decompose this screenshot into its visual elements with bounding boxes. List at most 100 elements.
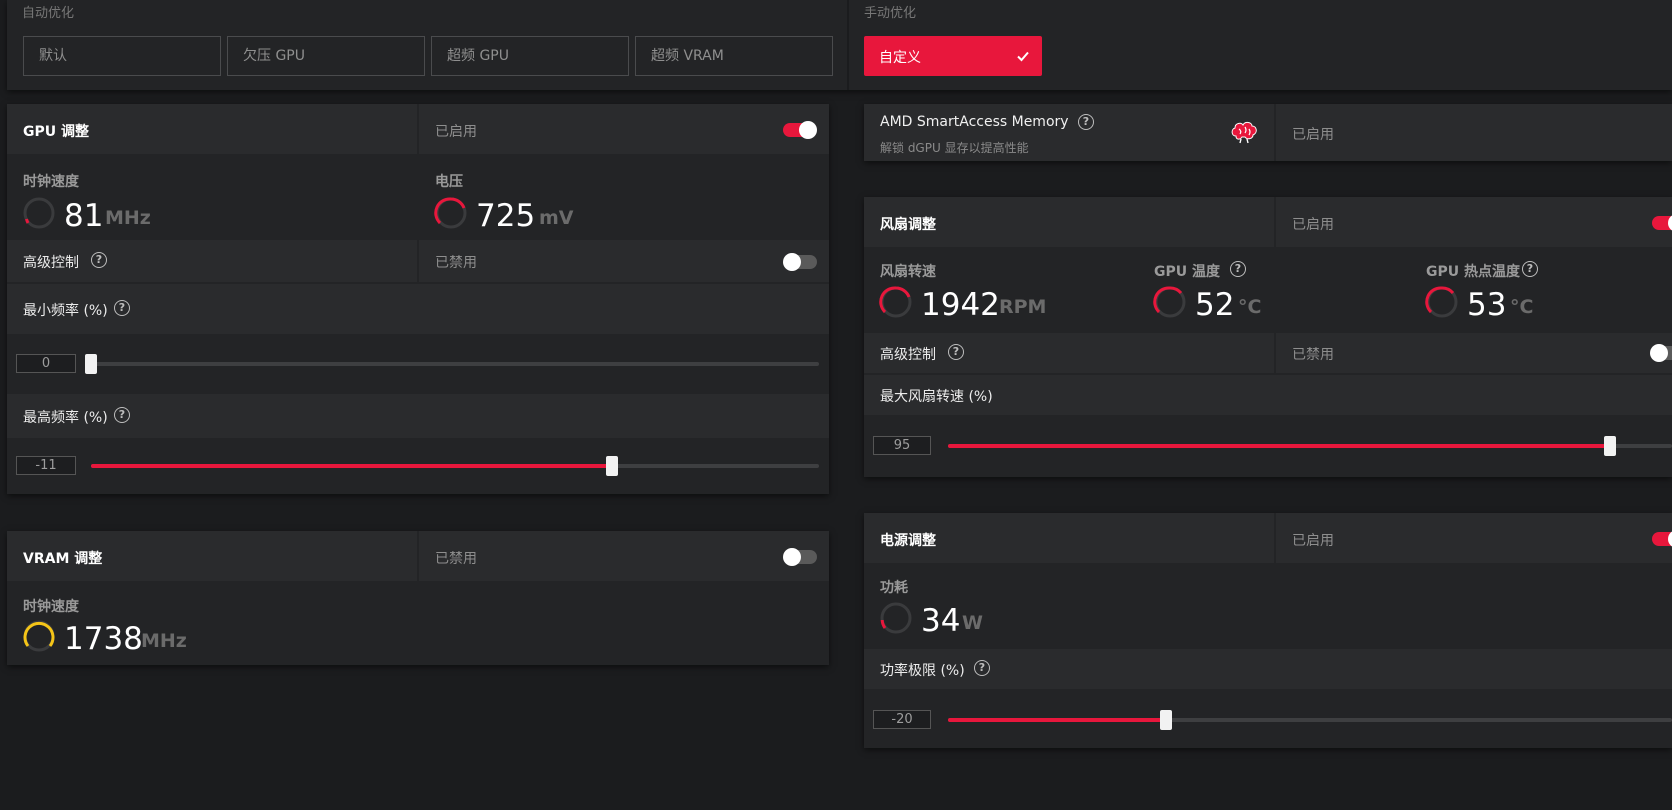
preset-undervolt-button[interactable]: 欠压 GPU (227, 36, 425, 76)
power-tuning-status-cell: 已启用 (1276, 513, 1672, 563)
sam-status-cell: 已启用 (1276, 104, 1672, 161)
max-freq-value[interactable]: -11 (16, 456, 76, 475)
power-tuning-title: 电源调整 (880, 533, 936, 549)
power-limit-slider-row: -20 (864, 691, 1672, 748)
vram-tuning-title: VRAM 调整 (23, 551, 103, 567)
max-freq-slider-row: -11 (7, 440, 829, 494)
gauge-ring-icon (1153, 286, 1186, 318)
question-circle-icon[interactable]: ? (91, 252, 107, 268)
power-draw-label: 功耗 (880, 580, 908, 596)
power-draw-unit: W (962, 612, 983, 634)
min-freq-slider-row: 0 (7, 336, 829, 392)
gpu-clock-unit: MHz (105, 207, 151, 229)
gpu-voltage-label: 电压 (435, 174, 463, 190)
gpu-advanced-label: 高级控制 (23, 255, 79, 271)
power-draw-cell: 功耗 34 W (864, 565, 1672, 647)
fan-speed-unit: RPM (999, 296, 1047, 318)
sam-status: 已启用 (1292, 127, 1334, 143)
max-fan-label: 最大风扇转速 (%) (880, 389, 993, 405)
min-freq-label: 最小频率 (%) (23, 303, 108, 319)
fan-speed-label: 风扇转速 (880, 264, 936, 280)
preset-divider (847, 0, 849, 90)
question-circle-icon[interactable]: ? (1078, 114, 1094, 130)
gpu-temp-label: GPU 温度 (1154, 264, 1220, 280)
vram-tuning-toggle[interactable] (783, 548, 817, 566)
max-fan-value[interactable]: 95 (873, 436, 931, 455)
sam-subtitle: 解锁 dGPU 显存以提高性能 (880, 141, 1029, 155)
power-limit-value[interactable]: -20 (873, 710, 931, 729)
fan-tuning-status: 已启用 (1292, 217, 1334, 233)
vram-clock-value: 1738 (64, 621, 143, 657)
preset-custom-label: 自定义 (879, 50, 921, 66)
power-limit-fill (948, 718, 1166, 722)
max-fan-row: 最大风扇转速 (%) (864, 375, 1672, 415)
max-fan-fill (948, 444, 1610, 448)
gpu-tuning-title: GPU 调整 (23, 124, 89, 140)
preset-overclock-gpu-button[interactable]: 超频 GPU (431, 36, 629, 76)
vram-clock-label: 时钟速度 (23, 599, 79, 615)
power-tuning-status: 已启用 (1292, 533, 1334, 549)
gpu-tuning-toggle[interactable] (783, 121, 817, 139)
hotspot-temp-cell: GPU 热点温度 ? 53 °C (1410, 249, 1672, 331)
gpu-advanced-toggle[interactable] (783, 253, 817, 271)
gpu-advanced-status-cell: 已禁用 (419, 240, 829, 282)
max-fan-thumb[interactable] (1604, 436, 1616, 456)
fan-advanced-status-cell: 已禁用 (1276, 333, 1672, 373)
power-limit-thumb[interactable] (1160, 710, 1172, 730)
vram-tuning-panel: VRAM 调整 已禁用 时钟速度 1738 MHz (7, 531, 829, 665)
max-freq-slider[interactable] (91, 456, 819, 476)
preset-strip: 自动优化 手动优化 默认 欠压 GPU 超频 GPU 超频 VRAM 自定义 (7, 0, 1672, 90)
sam-title-cell: AMD SmartAccess Memory ? 解锁 dGPU 显存以提高性能 (864, 104, 1274, 161)
max-freq-row: 最高频率 (%) ? (7, 394, 829, 438)
gauge-ring-icon (1425, 286, 1458, 318)
gpu-clock-label: 时钟速度 (23, 174, 79, 190)
question-circle-icon[interactable]: ? (974, 660, 990, 676)
gpu-advanced-status: 已禁用 (435, 255, 477, 271)
min-freq-value[interactable]: 0 (16, 354, 76, 373)
power-limit-label: 功率极限 (%) (880, 663, 965, 679)
power-limit-slider[interactable] (948, 710, 1672, 730)
min-freq-slider[interactable] (85, 354, 819, 374)
hotspot-temp-label: GPU 热点温度 (1426, 264, 1520, 280)
gauge-ring-icon (880, 602, 912, 634)
fan-speed-cell: 风扇转速 1942 RPM (864, 249, 1136, 331)
gauge-ring-icon (879, 286, 912, 318)
min-freq-row: 最小频率 (%) ? (7, 284, 829, 334)
gpu-clock-cell: 时钟速度 81 MHz (7, 156, 417, 238)
gpu-temp-cell: GPU 温度 ? 52 °C (1138, 249, 1408, 331)
question-circle-icon[interactable]: ? (114, 407, 130, 423)
gpu-voltage-value: 725 (476, 198, 536, 234)
preset-custom-button[interactable]: 自定义 (864, 36, 1042, 76)
vram-tuning-header: VRAM 调整 (7, 531, 417, 581)
question-circle-icon[interactable]: ? (1230, 261, 1246, 277)
max-freq-fill (91, 464, 612, 468)
preset-default-button[interactable]: 默认 (23, 36, 221, 76)
question-circle-icon[interactable]: ? (114, 300, 130, 316)
vram-tuning-status: 已禁用 (435, 551, 477, 567)
max-fan-slider[interactable] (948, 436, 1672, 456)
fan-advanced-cell: 高级控制 ? (864, 333, 1274, 373)
max-freq-thumb[interactable] (606, 456, 618, 476)
gpu-temp-unit: °C (1238, 296, 1262, 318)
power-tuning-panel: 电源调整 已启用 功耗 34 W 功率极限 (%) ? -20 (864, 513, 1672, 748)
gauge-ring-icon (434, 197, 467, 229)
check-icon (1017, 51, 1029, 62)
fan-speed-value: 1942 (921, 287, 1000, 323)
power-draw-value: 34 (921, 603, 961, 639)
question-circle-icon[interactable]: ? (948, 344, 964, 360)
fan-tuning-panel: 风扇调整 已启用 风扇转速 1942 RPM GPU 温度 ? 52 °C GP… (864, 197, 1672, 477)
fan-tuning-toggle[interactable] (1652, 214, 1672, 232)
gpu-temp-value: 52 (1195, 287, 1235, 323)
fan-tuning-status-cell: 已启用 (1276, 197, 1672, 247)
power-tuning-toggle[interactable] (1652, 530, 1672, 548)
preset-overclock-vram-button[interactable]: 超频 VRAM (635, 36, 833, 76)
fan-advanced-toggle[interactable] (1650, 344, 1672, 362)
gpu-voltage-cell: 电压 725 mV (419, 156, 829, 238)
min-freq-thumb[interactable] (85, 354, 97, 374)
gpu-voltage-unit: mV (539, 207, 574, 229)
sam-panel: AMD SmartAccess Memory ? 解锁 dGPU 显存以提高性能… (864, 104, 1672, 161)
gpu-tuning-status-cell: 已启用 (419, 104, 829, 154)
fan-tuning-header: 风扇调整 (864, 197, 1274, 247)
vram-tuning-status-cell: 已禁用 (419, 531, 829, 581)
question-circle-icon[interactable]: ? (1522, 261, 1538, 277)
